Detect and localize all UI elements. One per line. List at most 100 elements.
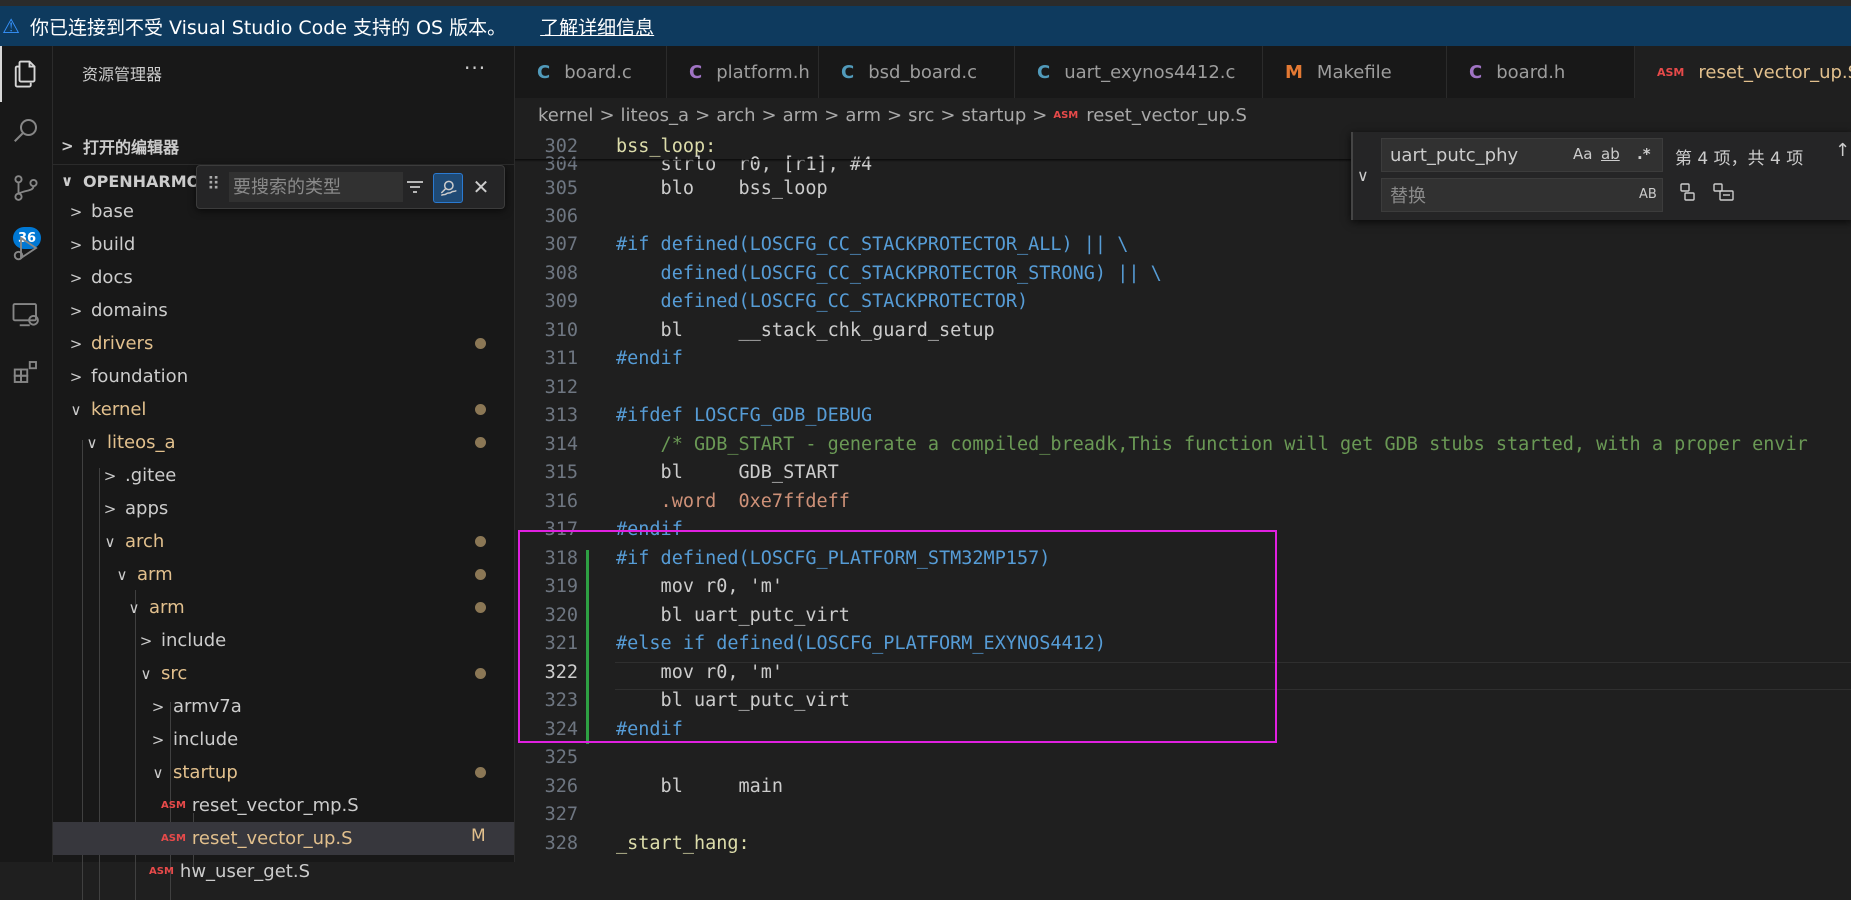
tree-item-reset-vector-up[interactable]: ASM reset_vector_up.S M [53, 822, 514, 855]
extensions-icon[interactable] [0, 344, 52, 400]
chevron-right-icon: > [1032, 104, 1048, 126]
asm-file-icon: ASM [1657, 65, 1685, 79]
fuzzy-match-icon[interactable] [433, 173, 463, 203]
chevron-down-icon: ∨ [128, 598, 140, 617]
tree-item-reset-vector-mp[interactable]: ASM reset_vector_mp.S [53, 789, 514, 822]
code-line: 317 #endif [544, 518, 683, 540]
search-icon[interactable] [0, 102, 52, 158]
tree-item-docs[interactable]: > docs [53, 261, 514, 294]
tab-reset-vector-up-s[interactable]: ASM reset_vector_up.S [1635, 46, 1851, 98]
tree-item-foundation[interactable]: > foundation [53, 360, 514, 393]
match-case-icon[interactable]: Aa [1573, 140, 1592, 168]
code-line: 320 bl uart_putc_virt [544, 604, 850, 626]
tree-item-src[interactable]: ∨ src [53, 657, 514, 690]
chevron-right-icon: > [940, 104, 956, 126]
tab-platform-h[interactable]: Cplatform.h [667, 46, 819, 98]
tree-item-gitee[interactable]: > .gitee [53, 459, 514, 492]
chevron-down-icon: ∨ [61, 172, 74, 190]
modified-dot [475, 338, 486, 349]
breadcrumb-item[interactable]: kernel [538, 105, 593, 126]
asm-file-icon: ASM [161, 833, 186, 844]
filter-icon[interactable] [401, 173, 429, 201]
replace-input[interactable]: 替换 [1381, 178, 1663, 212]
breadcrumb-item[interactable]: liteos_a [621, 105, 690, 126]
tree-item-apps[interactable]: > apps [53, 492, 514, 525]
find-input[interactable]: uart_putc_phy [1381, 138, 1663, 172]
tree-item-arch[interactable]: ∨ arch [53, 525, 514, 558]
tree-item-kernel[interactable]: ∨ kernel [53, 393, 514, 426]
editor-tabs: Cboard.c Cplatform.h Cbsd_board.c Cuart_… [515, 46, 1851, 98]
open-editors-section[interactable]: > 打开的编辑器 [53, 130, 514, 162]
tab-makefile[interactable]: M Makefile [1263, 46, 1447, 98]
replace-icon[interactable] [1679, 182, 1697, 207]
breadcrumb-item[interactable]: src [908, 105, 934, 126]
breadcrumb-item[interactable]: arch [716, 105, 755, 126]
learn-more-link[interactable]: 了解详细信息 [540, 13, 654, 40]
chevron-down-icon: ∨ [152, 763, 164, 782]
chevron-right-icon: > [103, 466, 117, 485]
tree-item-build[interactable]: > build [53, 228, 514, 261]
run-debug-icon[interactable] [0, 220, 52, 276]
modified-dot [475, 569, 486, 580]
code-line: 311 #endif [544, 347, 683, 369]
breadcrumb-item[interactable]: reset_vector_up.S [1086, 105, 1247, 126]
code-editor[interactable]: 302 bss_loop: 304 strlo r0, [r1], #4 305 … [515, 132, 1851, 862]
c-file-icon: C [537, 61, 551, 83]
tab-board-c[interactable]: Cboard.c [515, 46, 667, 98]
tree-item-include-src[interactable]: > include [53, 723, 514, 756]
code-line-current: 322 mov r0, 'm' [544, 661, 784, 683]
files-icon[interactable] [0, 46, 52, 102]
code-line: 319 mov r0, 'm' [544, 575, 784, 597]
tree-item-include[interactable]: > include [53, 624, 514, 657]
activity-bar: 36 [0, 46, 53, 862]
tab-bsd-board-c[interactable]: Cbsd_board.c [819, 46, 1015, 98]
more-actions-icon[interactable]: ··· [464, 56, 486, 80]
tree-item-armv7a[interactable]: > armv7a [53, 690, 514, 723]
explorer-sidebar: 资源管理器 ··· > 打开的编辑器 ∨ OPENHARMONY [SSH: 1… [53, 46, 515, 900]
find-replace-widget: ∨ uart_putc_phy Aa ab .* 第 4 项，共 4 项 ↑ 替… [1351, 132, 1851, 220]
tree-item-hw-user-get[interactable]: ASM hw_user_get.S [53, 855, 514, 888]
code-line: 308 defined(LOSCFG_CC_STACKPROTECTOR_STR… [544, 262, 1162, 284]
whole-word-icon[interactable]: ab [1601, 140, 1620, 168]
unsupported-os-banner: ⚠ 你已连接到不受 Visual Studio Code 支持的 OS 版本。 … [0, 6, 1851, 46]
chevron-right-icon: > [69, 202, 83, 221]
tree-item-liteos-a[interactable]: ∨ liteos_a [53, 426, 514, 459]
tree-filter-input[interactable] [229, 172, 403, 202]
modified-dot [475, 767, 486, 778]
chevron-down-icon: ∨ [116, 565, 128, 584]
tree-filter-widget: ⠿ ✕ [196, 165, 505, 209]
tree-item-domains[interactable]: > domains [53, 294, 514, 327]
chevron-right-icon: > [69, 367, 83, 386]
arrow-up-icon[interactable]: ↑ [1835, 140, 1850, 161]
chevron-down-icon: ∨ [86, 433, 98, 452]
drag-handle-icon[interactable]: ⠿ [207, 174, 220, 195]
remote-explorer-icon[interactable] [0, 286, 52, 342]
preserve-case-icon[interactable]: AB [1639, 180, 1657, 208]
code-line: 316 .word 0xe7ffdeff [544, 490, 850, 512]
tree-item-drivers[interactable]: > drivers [53, 327, 514, 360]
modified-dot [475, 602, 486, 613]
chevron-down-icon: ∨ [140, 664, 152, 683]
chevron-right-icon: > [69, 334, 83, 353]
source-control-icon[interactable] [0, 160, 52, 216]
breadcrumb-item[interactable]: startup [962, 105, 1027, 126]
code-line: 313 #ifdef LOSCFG_GDB_DEBUG [544, 404, 873, 426]
tree-item-startup[interactable]: ∨ startup [53, 756, 514, 789]
modified-dot [475, 536, 486, 547]
warning-icon: ⚠ [2, 14, 20, 38]
modified-dot [475, 404, 486, 415]
chevron-right-icon: > [695, 104, 711, 126]
tree-item-arm-inner[interactable]: ∨ arm [53, 591, 514, 624]
tree-item-arm[interactable]: ∨ arm [53, 558, 514, 591]
makefile-icon: M [1285, 61, 1303, 83]
breadcrumb-item[interactable]: arm [783, 105, 819, 126]
code-line: 310 bl __stack_chk_guard_setup [544, 319, 995, 341]
close-icon[interactable]: ✕ [467, 173, 495, 201]
regex-icon[interactable]: .* [1637, 140, 1651, 168]
tab-board-h[interactable]: Cboard.h [1447, 46, 1635, 98]
tab-uart-exynos4412-c[interactable]: Cuart_exynos4412.c [1015, 46, 1263, 98]
chevron-right-icon: > [824, 104, 840, 126]
chevron-down-icon[interactable]: ∨ [1357, 166, 1369, 185]
replace-all-icon[interactable] [1713, 182, 1735, 207]
breadcrumb-item[interactable]: arm [845, 105, 881, 126]
